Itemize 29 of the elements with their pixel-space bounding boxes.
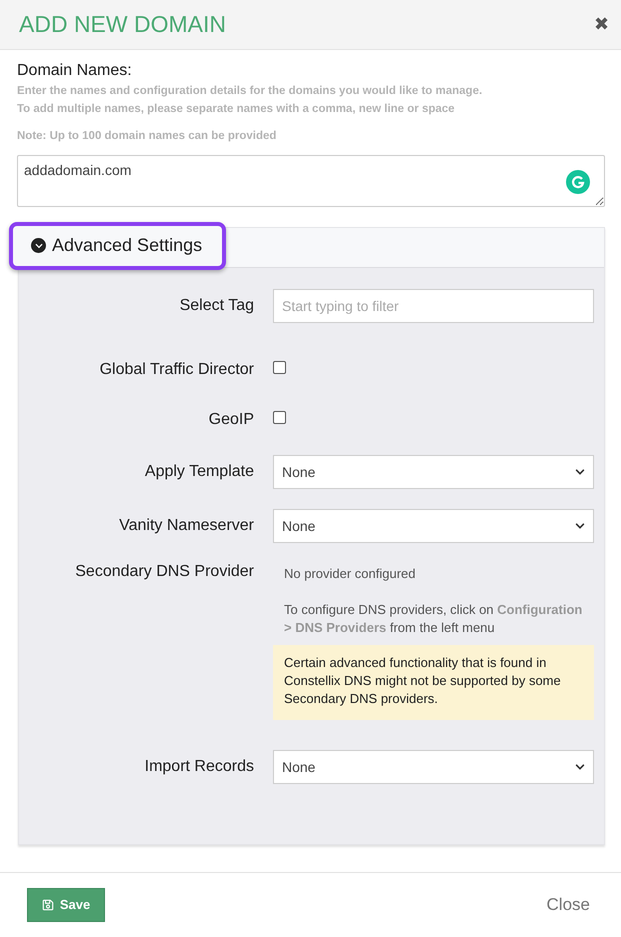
chevron-circle-icon bbox=[31, 238, 46, 254]
checkbox[interactable] bbox=[273, 410, 286, 424]
domain-names-field[interactable]: addadomain.com bbox=[17, 154, 605, 207]
setting-label: Global Traffic Director bbox=[98, 360, 254, 379]
status-text: No provider configured bbox=[283, 564, 417, 583]
select-dropdown[interactable]: None bbox=[273, 750, 594, 784]
help-text: Enter the names and configuration details for the domains you would like to manage. bbox=[17, 84, 484, 99]
setting-label: Apply Template bbox=[144, 462, 254, 481]
setting-label: Secondary DNS Provider bbox=[74, 562, 254, 581]
setting-label: Select Tag bbox=[178, 296, 254, 315]
field-label: Domain Names: bbox=[17, 62, 133, 80]
close-button[interactable]: Close bbox=[546, 894, 590, 915]
chevron-down-icon bbox=[575, 520, 585, 531]
select-dropdown[interactable]: None bbox=[273, 454, 594, 489]
select-dropdown[interactable]: None bbox=[273, 508, 594, 543]
setting-label: Import Records bbox=[144, 758, 254, 776]
note-text: Note: Up to 100 domain names can be provided bbox=[17, 128, 278, 144]
setting-label: Vanity Nameserver bbox=[118, 516, 254, 535]
chevron-down-icon bbox=[575, 762, 585, 772]
hint-text: To configure DNS providers, click on Configuration > DNS Providers from the left menu bbox=[283, 600, 584, 637]
advanced-settings-toggle[interactable]: Advanced Settings bbox=[9, 222, 226, 270]
checkbox[interactable] bbox=[273, 360, 286, 374]
chevron-down-icon bbox=[575, 466, 585, 477]
dialog-title: ADD NEW DOMAIN bbox=[19, 10, 226, 38]
setting-label: GeoIP bbox=[208, 410, 254, 429]
tag-filter-field[interactable]: Start typing to filter bbox=[273, 288, 594, 323]
save-icon bbox=[42, 898, 54, 911]
warning-note: Certain advanced functionality that is found in Constellix DNS might not be supported by some Secondary DNS providers. bbox=[273, 644, 594, 720]
help-text: To add multiple names, please separate names with a comma, new line or space bbox=[17, 102, 456, 117]
